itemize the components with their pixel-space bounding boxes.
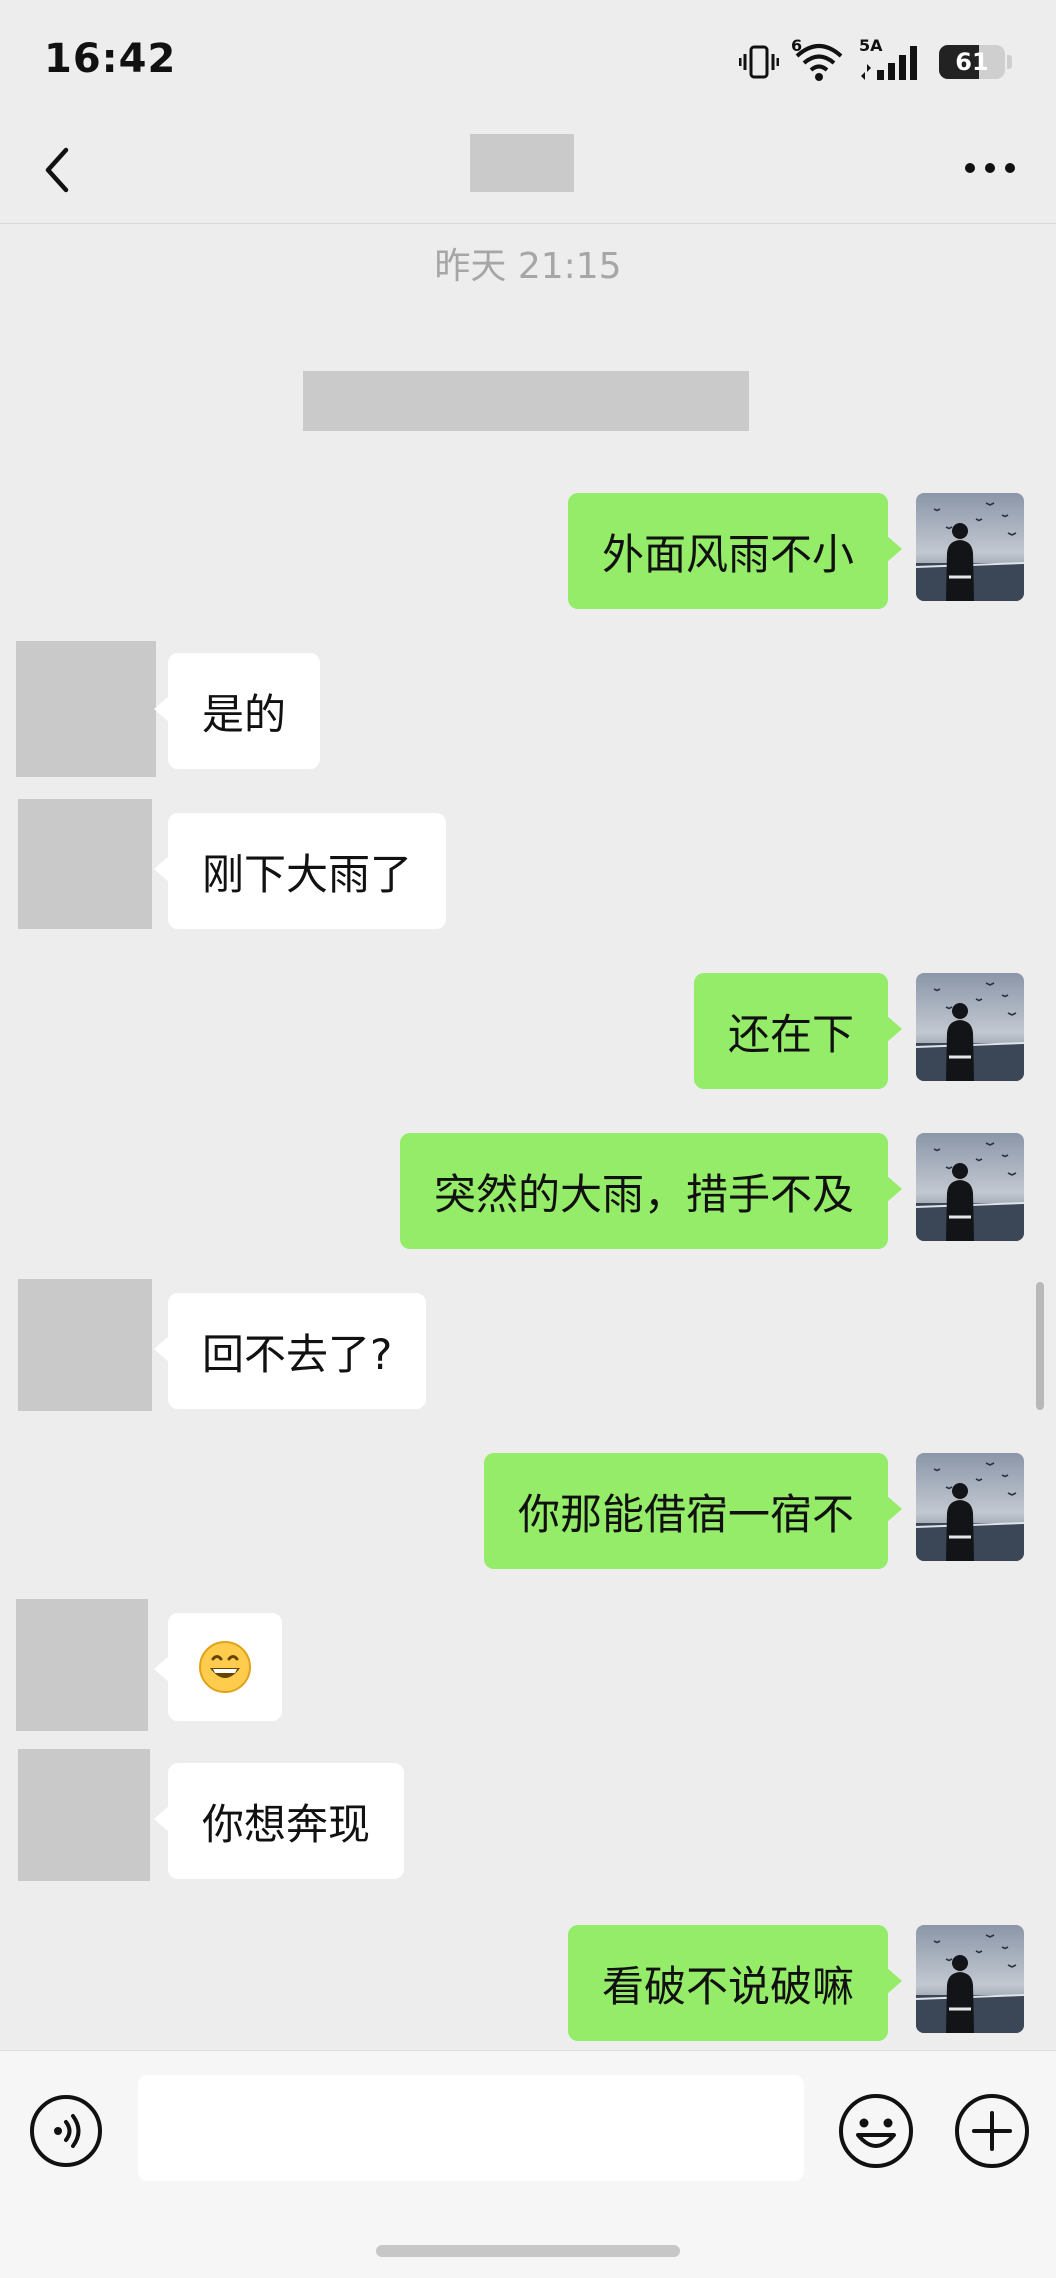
cellular-signal-icon: 5A <box>859 36 925 82</box>
my-message-bubble[interactable]: 外面风雨不小 <box>567 493 903 609</box>
wifi-icon: 6 <box>791 36 845 82</box>
status-bar: 16:42 6 5A 61 <box>0 0 1056 120</box>
grinning-face-emoji-icon <box>199 1641 251 1693</box>
my-message-bubble[interactable]: 还在下 <box>693 973 903 1089</box>
my-message-bubble[interactable]: 你那能借宿一宿不 <box>483 1453 903 1569</box>
contact-avatar-redacted[interactable] <box>18 1279 152 1411</box>
wifi-generation-label: 6 <box>791 36 803 55</box>
contact-avatar-redacted[interactable] <box>16 641 156 777</box>
contact-message-bubble[interactable]: 你想奔现 <box>153 1763 405 1879</box>
home-indicator[interactable] <box>376 2245 680 2257</box>
vibrate-icon <box>739 44 779 80</box>
status-time: 16:42 <box>44 36 177 82</box>
contact-avatar-redacted[interactable] <box>18 799 152 929</box>
contact-avatar-redacted[interactable] <box>16 1599 148 1731</box>
my-avatar[interactable] <box>916 1133 1024 1241</box>
my-message-bubble[interactable]: 看破不说破嘛 <box>567 1925 903 2041</box>
my-avatar[interactable] <box>916 1453 1024 1561</box>
contact-message-bubble[interactable]: 回不去了? <box>153 1293 427 1409</box>
plus-icon[interactable] <box>952 2091 1032 2171</box>
voice-icon[interactable] <box>28 2093 104 2169</box>
redacted-system-message <box>303 371 749 431</box>
contact-message-bubble[interactable]: 是的 <box>153 653 321 769</box>
battery-tip <box>1007 55 1012 69</box>
my-avatar[interactable] <box>916 493 1024 601</box>
ellipsis-icon[interactable] <box>960 148 1020 188</box>
battery-level: 61 <box>955 48 989 76</box>
contact-name-redacted <box>470 134 574 192</box>
chat-scrollbar[interactable] <box>1036 1282 1044 1410</box>
network-type-label: 5A <box>859 36 883 55</box>
chat-timestamp: 昨天 21:15 <box>434 246 622 287</box>
message-input[interactable] <box>138 2075 804 2181</box>
contact-message-bubble[interactable]: 刚下大雨了 <box>153 813 447 929</box>
chat-header <box>0 120 1056 224</box>
battery-icon: 61 <box>939 45 1005 79</box>
my-message-bubble[interactable]: 突然的大雨，措手不及 <box>399 1133 903 1249</box>
emoji-icon[interactable] <box>836 2091 916 2171</box>
chevron-left-icon[interactable] <box>36 138 84 202</box>
contact-emoji-bubble[interactable] <box>154 1613 282 1721</box>
input-bar <box>0 2050 1056 2278</box>
my-avatar[interactable] <box>916 973 1024 1081</box>
my-avatar[interactable] <box>916 1925 1024 2033</box>
status-icons: 6 5A 61 <box>739 36 1012 84</box>
contact-avatar-redacted[interactable] <box>18 1749 150 1881</box>
chat-message-list[interactable]: 昨天 21:15 外面风雨不小 是的 刚下大雨了 还在下 突然的大雨，措手不及 … <box>0 225 1056 2050</box>
